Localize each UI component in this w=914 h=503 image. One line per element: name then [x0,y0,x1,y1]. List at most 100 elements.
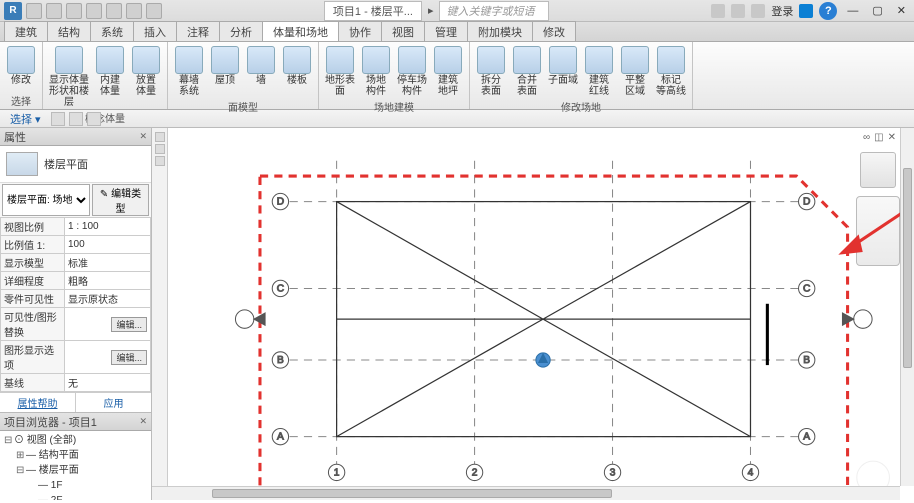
star-icon[interactable] [731,4,745,18]
type-selector[interactable]: 楼层平面: 场地 [2,184,90,216]
property-value[interactable]: 粗略 [65,272,151,290]
property-row[interactable]: 零件可见性显示原状态 [1,290,151,308]
ribbon-button[interactable]: 内建体量 [93,44,127,110]
select-dropdown[interactable]: 选择 ▾ [4,111,47,127]
ribbon-tab[interactable]: 协作 [338,21,382,41]
property-value[interactable]: 编辑... [65,308,151,341]
ribbon-button[interactable]: 屋顶 [208,44,242,99]
main-area: 属性✕ 楼层平面 楼层平面: 场地 ✎ 编辑类型 视图比例1 : 100比例值 … [0,128,914,500]
property-line[interactable] [260,176,848,488]
property-row[interactable]: 显示模型标准 [1,254,151,272]
property-value[interactable]: 100 [65,236,151,254]
property-row[interactable]: 可见性/图形替换编辑... [1,308,151,341]
section-marker[interactable] [766,304,769,365]
ribbon-button[interactable]: 地形表面 [323,44,357,99]
ribbon-button[interactable]: 停车场构件 [395,44,429,99]
optbar-icon-3[interactable] [87,112,101,126]
ribbon-button[interactable]: 建筑红线 [582,44,616,99]
ribbon-button-label: 屋顶 [215,75,235,86]
ribbon-button[interactable]: 墙 [244,44,278,99]
property-value[interactable]: 显示原状态 [65,290,151,308]
property-edit-button[interactable]: 编辑... [111,317,147,332]
property-row[interactable]: 比例值 1:100 [1,236,151,254]
ribbon-button[interactable]: 标记等高线 [654,44,688,99]
ribbon-button-icon [434,46,462,74]
type-preview[interactable]: 楼层平面 [0,146,151,182]
window-minimize-icon[interactable]: — [843,5,862,17]
qat-save-icon[interactable] [46,3,62,19]
ribbon-button[interactable]: 合并表面 [510,44,544,99]
property-row[interactable]: 基线无 [1,374,151,392]
ribbon-button[interactable]: 子面域 [546,44,580,99]
horizontal-scrollbar[interactable] [152,486,900,500]
ribbon-button[interactable]: 幕墙系统 [172,44,206,99]
ribbon-tab[interactable]: 附加模块 [467,21,533,41]
ribbon-tab[interactable]: 结构 [47,21,91,41]
properties-apply-button[interactable]: 应用 [76,393,151,412]
property-value[interactable]: 编辑... [65,341,151,374]
ribbon-tab[interactable]: 体量和场地 [262,21,339,41]
ribbon-button[interactable]: 放置体量 [129,44,163,110]
property-value[interactable]: 标准 [65,254,151,272]
property-row[interactable]: 视图比例1 : 100 [1,218,151,236]
property-row[interactable]: 图形显示选项编辑... [1,341,151,374]
ribbon-tab[interactable]: 修改 [532,21,576,41]
properties-grid[interactable]: 视图比例1 : 100比例值 1:100显示模型标准详细程度粗略零件可见性显示原… [0,217,151,392]
qat-redo-icon[interactable] [86,3,102,19]
ribbon-tab[interactable]: 视图 [381,21,425,41]
property-edit-button[interactable]: 编辑... [111,350,147,365]
strip-icon[interactable] [155,132,165,142]
ribbon-group: 地形表面场地构件停车场构件建筑地坪场地建模 [319,42,470,109]
ribbon-tab[interactable]: 系统 [90,21,134,41]
qat-open-icon[interactable] [26,3,42,19]
qat-text-icon[interactable] [146,3,162,19]
ribbon-button-label: 子面域 [548,75,578,86]
properties-close-icon[interactable]: ✕ [139,131,147,142]
search-input[interactable]: 键入关键字或短语 [439,1,549,21]
tree-node[interactable]: — 1F [4,478,147,493]
optbar-icon-2[interactable] [69,112,83,126]
ribbon-tab[interactable]: 插入 [133,21,177,41]
exchange-icon[interactable] [799,4,813,18]
property-row[interactable]: 详细程度粗略 [1,272,151,290]
ribbon-tab[interactable]: 分析 [219,21,263,41]
ribbon-tab[interactable]: 注释 [176,21,220,41]
app-logo[interactable]: R [4,2,22,20]
subscription-icon[interactable] [711,4,725,18]
window-restore-icon[interactable]: ▢ [868,4,886,17]
user-icon[interactable] [751,4,765,18]
property-value[interactable]: 1 : 100 [65,218,151,236]
browser-close-icon[interactable]: ✕ [139,416,147,427]
ribbon-button[interactable]: 拆分表面 [474,44,508,99]
ribbon-button[interactable]: 建筑地坪 [431,44,465,99]
ribbon-button[interactable]: 平整区域 [618,44,652,99]
tree-root[interactable]: ⊟⊙ 视图 (全部) [4,433,147,448]
help-icon[interactable]: ? [819,2,837,20]
window-close-icon[interactable]: ✕ [893,4,910,17]
strip-icon[interactable] [155,156,165,166]
tree-node[interactable]: — 2F [4,493,147,500]
ribbon-tab[interactable]: 管理 [424,21,468,41]
ribbon-button[interactable]: 显示体量形状和楼层 [47,44,91,110]
tree-node[interactable]: ⊞— 结构平面 [4,448,147,463]
ribbon-button[interactable]: 修改 [4,44,38,88]
ribbon-tab[interactable]: 建筑 [4,21,48,41]
qat-undo-icon[interactable] [66,3,82,19]
qat-print-icon[interactable] [106,3,122,19]
project-browser[interactable]: ⊟⊙ 视图 (全部)⊞— 结构平面⊟— 楼层平面— 1F— 2F— 3F— 场地… [0,431,151,500]
edit-type-button[interactable]: ✎ 编辑类型 [92,184,149,216]
ribbon-button[interactable]: 场地构件 [359,44,393,99]
strip-icon[interactable] [155,144,165,154]
properties-help-link[interactable]: 属性帮助 [0,393,76,412]
plan-canvas[interactable]: D D C C B B A A 1 2 3 4 [168,128,914,500]
type-name-label: 楼层平面 [44,156,88,172]
ribbon-button-label: 平整区域 [625,75,645,97]
tree-node[interactable]: ⊟— 楼层平面 [4,463,147,478]
login-link[interactable]: 登录 [771,3,793,19]
ribbon-button[interactable]: 楼板 [280,44,314,99]
vertical-scrollbar[interactable] [900,128,914,486]
optbar-icon-1[interactable] [51,112,65,126]
qat-measure-icon[interactable] [126,3,142,19]
property-value[interactable]: 无 [65,374,151,392]
drawing-area[interactable]: ∞ ◫ ✕ D [152,128,914,500]
